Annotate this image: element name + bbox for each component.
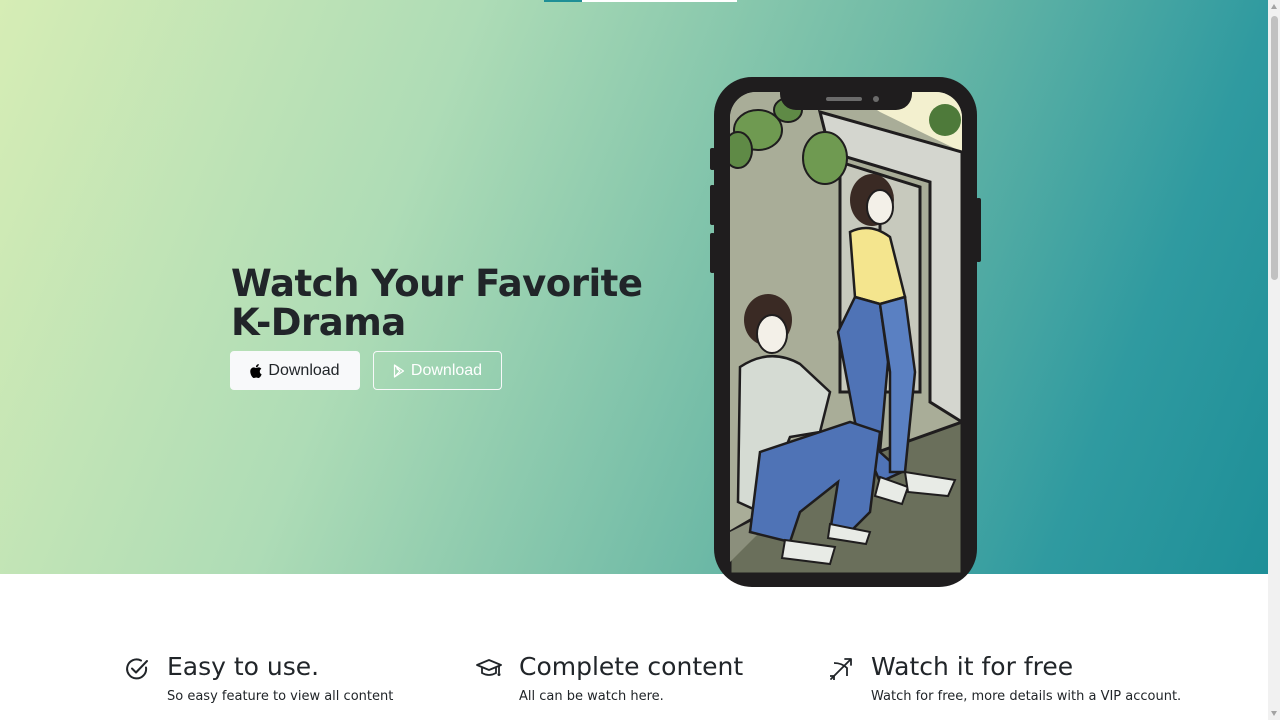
- page-scrollbar[interactable]: [1268, 0, 1280, 720]
- feature-text: All can be watch here.: [519, 689, 664, 704]
- hero-title: Watch Your Favorite K-Drama: [231, 264, 651, 342]
- google-play-download-button[interactable]: Download: [373, 351, 502, 390]
- feature-title: Complete content: [519, 652, 744, 681]
- feature-title: Easy to use.: [167, 652, 320, 681]
- apple-icon: [250, 363, 263, 378]
- hero-title-line-2: K-Drama: [231, 301, 406, 344]
- google-play-download-label: Download: [410, 361, 483, 379]
- app-store-download-label: Download: [268, 361, 340, 379]
- hero-section: Watch Your Favorite K-Drama Download Dow…: [0, 0, 1268, 574]
- check-circle-icon: [124, 656, 150, 682]
- feature-title: Watch it for free: [871, 652, 1074, 681]
- nav-indicator-strip: [544, 0, 737, 2]
- google-play-icon: [393, 363, 405, 378]
- app-store-download-button[interactable]: Download: [230, 351, 360, 390]
- scroll-down-arrow-icon[interactable]: [1271, 711, 1277, 716]
- feature-text: So easy feature to view all content: [167, 689, 394, 704]
- scroll-up-arrow-icon[interactable]: [1271, 4, 1277, 9]
- phone-screen-illustration: [730, 92, 962, 574]
- scrollbar-thumb[interactable]: [1271, 16, 1278, 280]
- phone-notch: [780, 88, 912, 110]
- bow-and-arrow-icon: [828, 656, 854, 682]
- graduation-cap-icon: [476, 656, 502, 682]
- feature-text: Watch for free, more details with a VIP …: [871, 689, 1182, 704]
- hero-title-line-1: Watch Your Favorite: [231, 262, 643, 305]
